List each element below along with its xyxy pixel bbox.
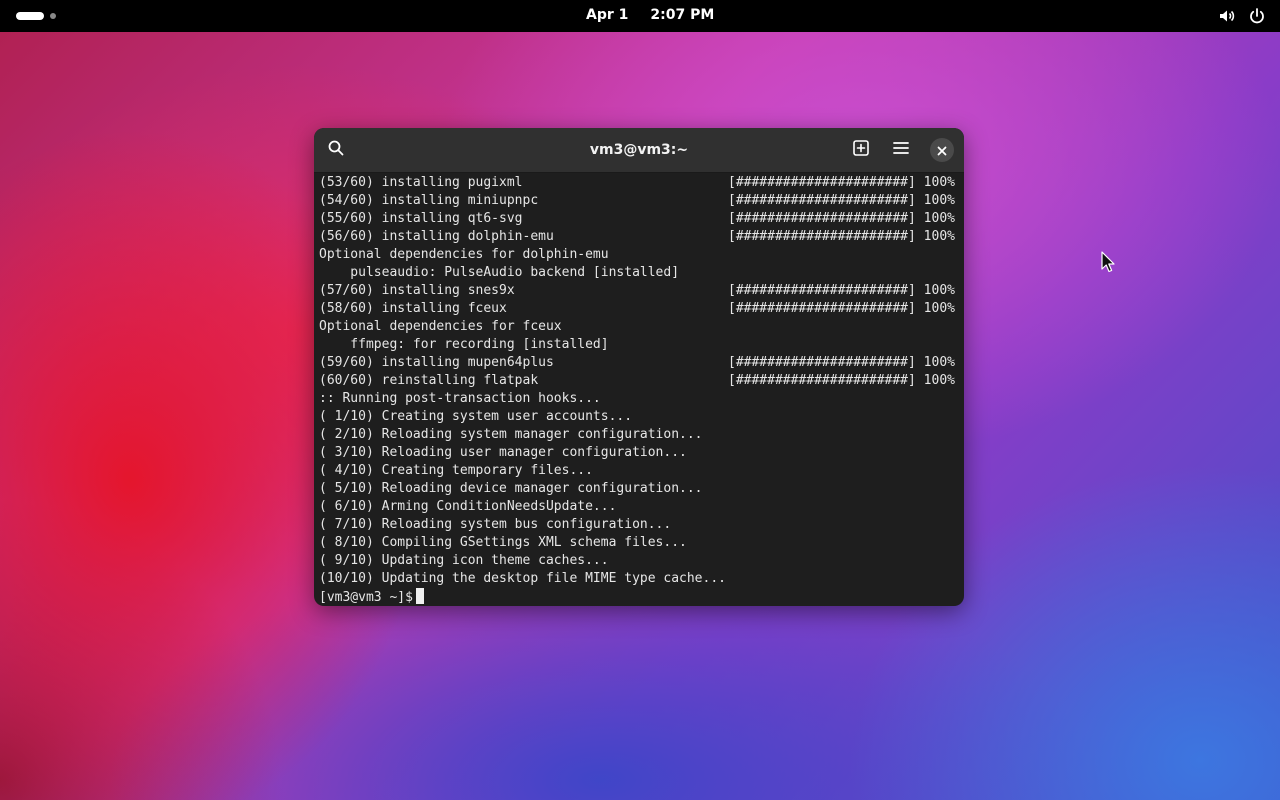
terminal-line: ( 3/10) Reloading user manager configura… — [319, 445, 687, 460]
search-button[interactable] — [322, 136, 350, 164]
new-tab-button[interactable] — [847, 136, 875, 164]
main-menu-button[interactable] — [887, 136, 915, 164]
new-tab-icon — [852, 139, 870, 161]
terminal-line: ( 4/10) Creating temporary files... — [319, 463, 593, 478]
close-button-circle — [930, 138, 954, 162]
terminal-line: (54/60) installing miniupnpc [###########… — [319, 193, 955, 208]
system-menu-button[interactable] — [1218, 7, 1266, 25]
terminal-line: Optional dependencies for fceux — [319, 319, 562, 334]
terminal-line: ( 8/10) Compiling GSettings XML schema f… — [319, 535, 687, 550]
terminal-line: (55/60) installing qt6-svg [#############… — [319, 211, 955, 226]
shell-prompt: [vm3@vm3 ~]$ — [319, 590, 413, 605]
hamburger-menu-icon — [892, 139, 910, 161]
terminal-line: Optional dependencies for dolphin-emu — [319, 247, 609, 262]
terminal-line: ffmpeg: for recording [installed] — [319, 337, 609, 352]
terminal-line: ( 1/10) Creating system user accounts... — [319, 409, 633, 424]
close-button[interactable] — [928, 136, 956, 164]
terminal-line: ( 6/10) Arming ConditionNeedsUpdate... — [319, 499, 617, 514]
terminal-line: (53/60) installing pugixml [#############… — [319, 175, 955, 190]
terminal-line: (58/60) installing fceux [###############… — [319, 301, 955, 316]
terminal-line: ( 9/10) Updating icon theme caches... — [319, 553, 609, 568]
mouse-pointer-icon — [1101, 251, 1115, 277]
terminal-line: ( 7/10) Reloading system bus configurati… — [319, 517, 672, 532]
terminal-prompt-line[interactable]: [vm3@vm3 ~]$ — [319, 588, 959, 606]
terminal-line: :: Running post-transaction hooks... — [319, 391, 601, 406]
terminal-line: ( 5/10) Reloading device manager configu… — [319, 481, 703, 496]
terminal-line: (56/60) installing dolphin-emu [#########… — [319, 229, 955, 244]
terminal-line: (60/60) reinstalling flatpak [###########… — [319, 373, 955, 388]
volume-icon — [1218, 7, 1236, 25]
header-bar: vm3@vm3:~ — [314, 128, 964, 173]
terminal-output[interactable]: (53/60) installing pugixml [#############… — [319, 174, 959, 605]
activities-indicator[interactable] — [16, 12, 56, 20]
top-bar: Apr 1 2:07 PM — [0, 0, 1280, 32]
terminal-line: pulseaudio: PulseAudio backend [installe… — [319, 265, 680, 280]
terminal-line: (57/60) installing snes9x [##############… — [319, 283, 955, 298]
workspace-pill-active — [16, 12, 44, 20]
search-icon — [327, 139, 345, 161]
terminal-line: (10/10) Updating the desktop file MIME t… — [319, 571, 726, 586]
terminal-line: ( 2/10) Reloading system manager configu… — [319, 427, 703, 442]
terminal-line: (59/60) installing mupen64plus [#########… — [319, 355, 955, 370]
terminal-window: vm3@vm3:~ (53/60) installing pugixml [##… — [314, 128, 964, 606]
clock-button[interactable]: Apr 1 2:07 PM — [586, 7, 714, 23]
text-cursor — [415, 588, 424, 604]
clock-time: 2:07 PM — [650, 7, 715, 23]
close-icon — [937, 141, 947, 160]
power-icon — [1248, 7, 1266, 25]
clock-date: Apr 1 — [586, 7, 629, 23]
workspace-dot — [50, 13, 56, 19]
